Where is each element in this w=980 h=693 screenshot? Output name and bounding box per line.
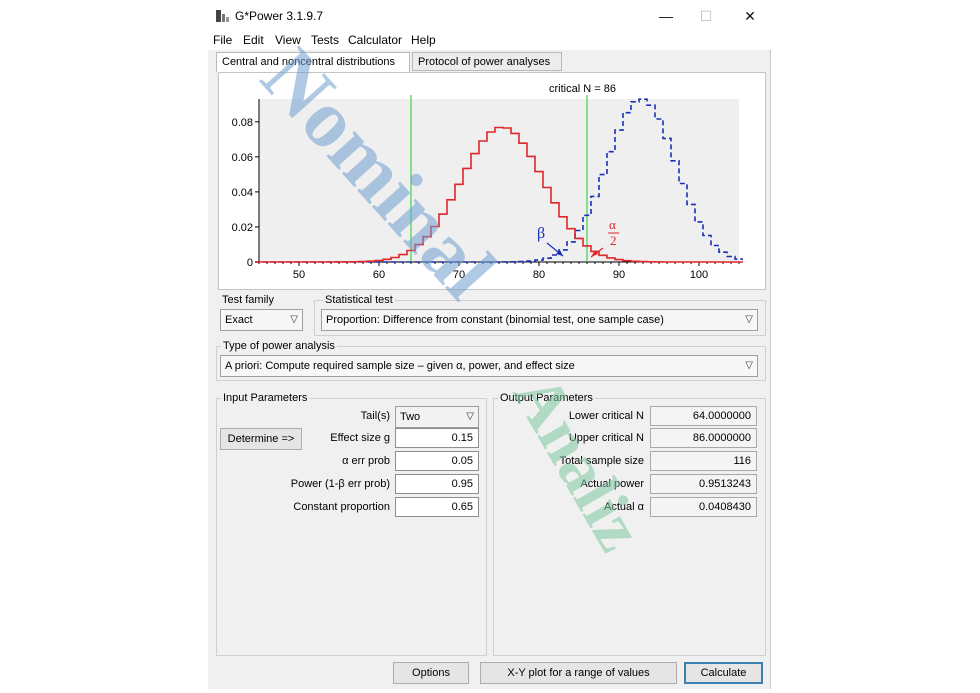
power-analysis-label: Type of power analysis <box>221 340 337 352</box>
x-tick-label: 60 <box>373 269 385 281</box>
constant-proportion-input[interactable]: 0.65 <box>395 497 479 517</box>
tab-strip: Central and noncentral distributions Pro… <box>216 52 766 73</box>
x-ticks: 50 60 70 80 90 100 <box>258 262 740 281</box>
power-analysis-select[interactable]: A priori: Compute required sample size –… <box>220 355 758 377</box>
upper-critical-n-label: Upper critical N <box>568 432 644 444</box>
y-tick-label: 0.06 <box>232 152 253 164</box>
xy-plot-button[interactable]: X-Y plot for a range of values <box>480 662 677 684</box>
alpha-half-denominator: 2 <box>610 233 617 248</box>
test-family-select[interactable]: Exact ▽ <box>220 309 303 331</box>
chevron-down-icon: ▽ <box>745 314 753 325</box>
actual-alpha-label: Actual α <box>604 501 644 513</box>
actual-power-label: Actual power <box>580 478 644 490</box>
menu-view[interactable]: View <box>275 33 301 47</box>
window-title: G*Power 3.1.9.7 <box>235 9 324 23</box>
y-ticks: 0 0.02 0.04 0.06 0.08 <box>232 117 259 269</box>
total-sample-size-label: Total sample size <box>559 455 644 467</box>
menu-file[interactable]: File <box>213 33 232 47</box>
menu-edit[interactable]: Edit <box>243 33 264 47</box>
power-analysis-value: A priori: Compute required sample size –… <box>225 360 575 372</box>
menu-help[interactable]: Help <box>411 33 436 47</box>
power-input[interactable]: 0.95 <box>395 474 479 494</box>
menu-calculator[interactable]: Calculator <box>348 33 402 47</box>
close-button[interactable]: ✕ <box>738 6 762 26</box>
x-tick-label: 70 <box>453 269 465 281</box>
statistical-test-select[interactable]: Proportion: Difference from constant (bi… <box>321 309 758 331</box>
chevron-down-icon: ▽ <box>466 411 474 422</box>
calculate-button[interactable]: Calculate <box>684 662 763 684</box>
total-sample-size-value: 116 <box>650 451 757 471</box>
statistical-test-label: Statistical test <box>323 294 395 306</box>
alpha-err-input[interactable]: 0.05 <box>395 451 479 471</box>
chevron-down-icon: ▽ <box>745 360 753 371</box>
maximize-button[interactable]: ☐ <box>694 6 718 26</box>
x-tick-label: 100 <box>690 269 708 281</box>
output-parameters-label: Output Parameters <box>498 392 595 404</box>
alpha-half-numerator: α <box>609 217 616 232</box>
distribution-plot-panel: 0 0.02 0.04 0.06 0.08 50 60 70 80 90 100 critical… <box>218 72 766 290</box>
statistical-test-value: Proportion: Difference from constant (bi… <box>326 314 664 326</box>
tails-select[interactable]: Two ▽ <box>395 406 479 428</box>
test-family-value: Exact <box>225 314 253 326</box>
plot-area <box>259 99 739 262</box>
effect-size-label: Effect size g <box>330 432 390 444</box>
minimize-button[interactable]: — <box>654 6 678 26</box>
tab-distributions[interactable]: Central and noncentral distributions <box>216 52 410 73</box>
y-tick-label: 0 <box>247 257 253 269</box>
chevron-down-icon: ▽ <box>290 314 298 325</box>
constant-proportion-label: Constant proportion <box>293 501 390 513</box>
x-tick-label: 50 <box>293 269 305 281</box>
alpha-err-label: α err prob <box>342 455 390 467</box>
test-family-label: Test family <box>222 294 274 306</box>
menu-tests[interactable]: Tests <box>311 33 339 47</box>
critical-n-label: critical N = 86 <box>549 83 616 95</box>
x-tick-label: 90 <box>613 269 625 281</box>
app-window: G*Power 3.1.9.7 — ☐ ✕ File Edit View Tes… <box>208 0 771 689</box>
y-tick-label: 0.02 <box>232 222 253 234</box>
actual-alpha-value: 0.0408430 <box>650 497 757 517</box>
gpower-app-icon <box>216 10 229 22</box>
menu-bar: File Edit View Tests Calculator Help <box>208 32 771 50</box>
tails-label: Tail(s) <box>360 410 390 422</box>
input-parameters-label: Input Parameters <box>221 392 310 404</box>
power-label: Power (1-β err prob) <box>290 478 390 490</box>
beta-label: β <box>537 225 545 242</box>
tails-value: Two <box>400 411 421 423</box>
effect-size-input[interactable]: 0.15 <box>395 428 479 448</box>
options-button[interactable]: Options <box>393 662 469 684</box>
title-bar: G*Power 3.1.9.7 — ☐ ✕ <box>208 0 771 32</box>
distribution-chart: 0 0.02 0.04 0.06 0.08 50 60 70 80 90 100 critical… <box>232 83 743 281</box>
y-tick-label: 0.04 <box>232 187 253 199</box>
tab-protocol[interactable]: Protocol of power analyses <box>412 52 562 71</box>
actual-power-value: 0.9513243 <box>650 474 757 494</box>
lower-critical-n-label: Lower critical N <box>568 410 644 422</box>
upper-critical-n-value: 86.0000000 <box>650 428 757 448</box>
lower-critical-n-value: 64.0000000 <box>650 406 757 426</box>
y-tick-label: 0.08 <box>232 117 253 129</box>
x-tick-label: 80 <box>533 269 545 281</box>
